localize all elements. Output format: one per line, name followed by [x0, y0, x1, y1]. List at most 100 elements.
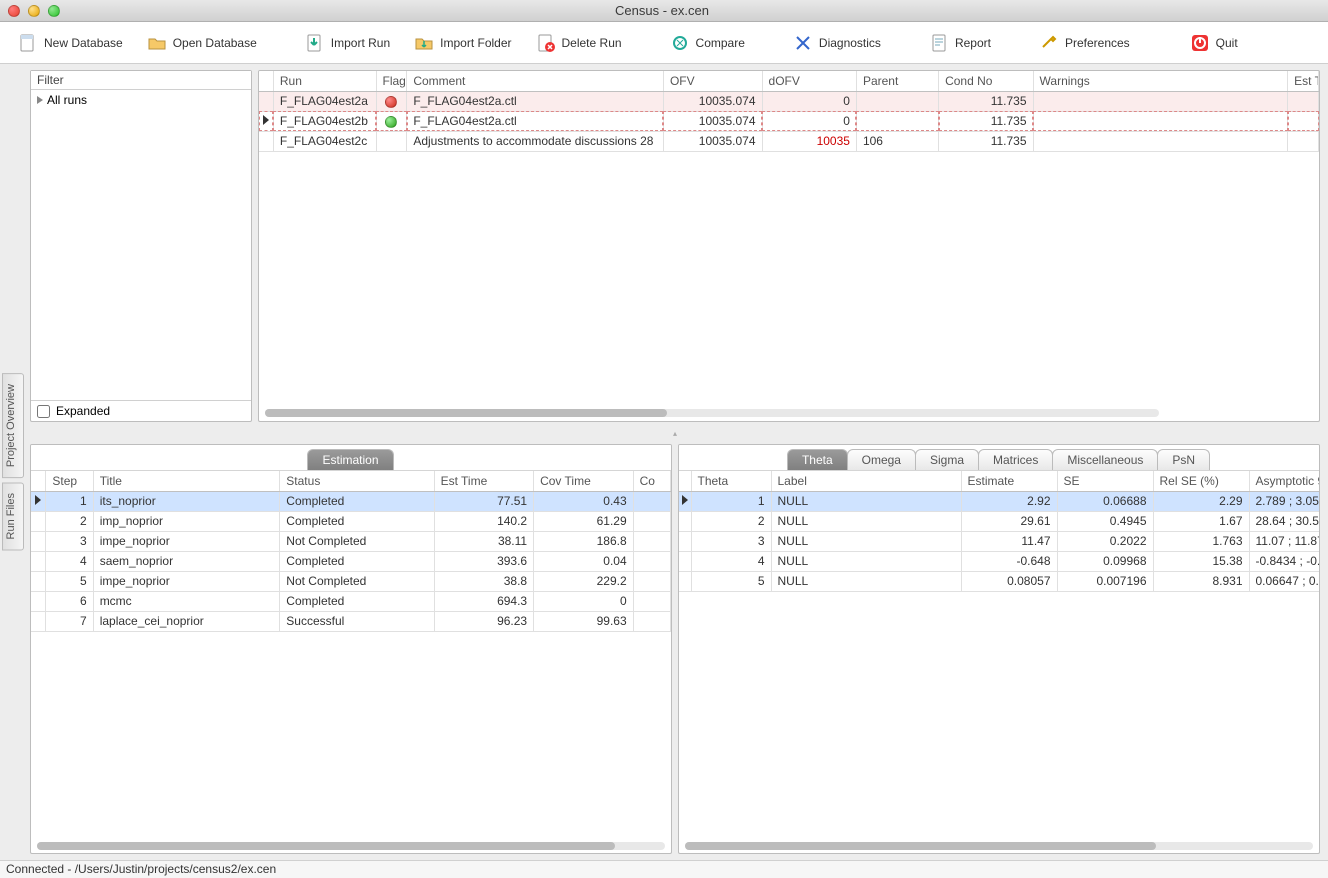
runs-row[interactable]: F_FLAG04est2cAdjustments to accommodate … [259, 131, 1319, 151]
runs-col-ofv[interactable]: OFV [663, 71, 762, 91]
delete-run-button[interactable]: Delete Run [528, 29, 630, 57]
theta-hscrollbar[interactable] [685, 842, 1313, 850]
tab-estimation[interactable]: Estimation [307, 449, 393, 470]
tab-psn[interactable]: PsN [1157, 449, 1210, 470]
theta-panel: Theta Omega Sigma Matrices Miscellaneous… [678, 444, 1320, 854]
estimation-row[interactable]: 7laplace_cei_nopriorSuccessful96.2399.63 [31, 611, 671, 631]
flag-red-icon [385, 96, 397, 108]
runs-col-comment[interactable]: Comment [407, 71, 664, 91]
tab-theta[interactable]: Theta [787, 449, 848, 470]
sidetab-run-files[interactable]: Run Files [2, 482, 24, 550]
diagnostics-label: Diagnostics [819, 36, 881, 50]
runs-col-flag[interactable]: Flag [376, 71, 407, 91]
theta-row[interactable]: 3NULL11.470.20221.76311.07 ; 11.87 [679, 531, 1319, 551]
window-title: Census - ex.cen [60, 3, 1264, 18]
runs-col-parent[interactable]: Parent [856, 71, 938, 91]
import-folder-icon [414, 33, 434, 53]
tab-sigma[interactable]: Sigma [915, 449, 979, 470]
runs-panel: Run Flag Comment OFV dOFV Parent Cond No… [258, 70, 1320, 422]
side-tabs: Project Overview Run Files [0, 64, 24, 860]
theta-table[interactable]: Theta Label Estimate SE Rel SE (%) Asymp… [679, 471, 1319, 592]
preferences-label: Preferences [1065, 36, 1130, 50]
new-database-label: New Database [44, 36, 123, 50]
estimation-table[interactable]: Step Title Status Est Time Cov Time Co 1… [31, 471, 671, 632]
theta-col-se[interactable]: SE [1057, 471, 1153, 491]
diagnostics-button[interactable]: Diagnostics [785, 29, 889, 57]
filter-all-runs-label: All runs [47, 93, 87, 107]
window-controls [8, 5, 60, 17]
estimation-row[interactable]: 6mcmcCompleted694.30 [31, 591, 671, 611]
quit-label: Quit [1216, 36, 1238, 50]
theta-row[interactable]: 4NULL-0.6480.0996815.38-0.8434 ; -0.4527 [679, 551, 1319, 571]
estimation-row[interactable]: 2imp_nopriorCompleted140.261.29 [31, 511, 671, 531]
open-database-label: Open Database [173, 36, 257, 50]
runs-row[interactable]: F_FLAG04est2bF_FLAG04est2a.ctl10035.0740… [259, 111, 1319, 131]
theta-tabbar: Theta Omega Sigma Matrices Miscellaneous… [679, 445, 1319, 471]
open-database-icon [147, 33, 167, 53]
theta-row[interactable]: 5NULL0.080570.0071968.9310.06647 ; 0.094… [679, 571, 1319, 591]
theta-row[interactable]: 2NULL29.610.49451.6728.64 ; 30.58 [679, 511, 1319, 531]
runs-row[interactable]: F_FLAG04est2aF_FLAG04est2a.ctl10035.0740… [259, 91, 1319, 111]
est-col-title[interactable]: Title [93, 471, 280, 491]
compare-icon [670, 33, 690, 53]
quit-button[interactable]: Quit [1182, 29, 1246, 57]
runs-col-run[interactable]: Run [273, 71, 376, 91]
estimation-tabbar: Estimation [31, 445, 671, 471]
titlebar: Census - ex.cen [0, 0, 1328, 22]
theta-col-relse[interactable]: Rel SE (%) [1153, 471, 1249, 491]
expanded-checkbox[interactable] [37, 405, 50, 418]
import-folder-label: Import Folder [440, 36, 511, 50]
open-database-button[interactable]: Open Database [139, 29, 265, 57]
expanded-checkbox-row: Expanded [31, 400, 251, 421]
theta-col-estimate[interactable]: Estimate [961, 471, 1057, 491]
close-window-icon[interactable] [8, 5, 20, 17]
runs-col-condno[interactable]: Cond No [939, 71, 1033, 91]
est-col-esttime[interactable]: Est Time [434, 471, 534, 491]
runs-col-estt[interactable]: Est T [1288, 71, 1319, 91]
compare-label: Compare [696, 36, 745, 50]
est-col-step[interactable]: Step [46, 471, 93, 491]
est-col-co[interactable]: Co [633, 471, 670, 491]
toolbar: New Database Open Database Import Run Im… [0, 22, 1328, 64]
runs-col-warnings[interactable]: Warnings [1033, 71, 1288, 91]
import-folder-button[interactable]: Import Folder [406, 29, 519, 57]
compare-button[interactable]: Compare [662, 29, 753, 57]
status-text: Connected - /Users/Justin/projects/censu… [6, 862, 276, 876]
filter-panel: Filter All runs Expanded [30, 70, 252, 422]
runs-col-dofv[interactable]: dOFV [762, 71, 856, 91]
report-button[interactable]: Report [921, 29, 999, 57]
filter-header: Filter [31, 71, 251, 90]
est-col-status[interactable]: Status [280, 471, 434, 491]
theta-col-label[interactable]: Label [771, 471, 961, 491]
sidetab-project-overview[interactable]: Project Overview [2, 373, 24, 478]
estimation-row[interactable]: 5impe_nopriorNot Completed38.8229.2 [31, 571, 671, 591]
runs-table[interactable]: Run Flag Comment OFV dOFV Parent Cond No… [259, 71, 1319, 152]
new-database-icon [18, 33, 38, 53]
estimation-row[interactable]: 3impe_nopriorNot Completed38.11186.8 [31, 531, 671, 551]
tab-matrices[interactable]: Matrices [978, 449, 1053, 470]
theta-col-ci[interactable]: Asymptotic 95% CI [1249, 471, 1319, 491]
flag-green-icon [385, 116, 397, 128]
report-icon [929, 33, 949, 53]
import-run-icon [305, 33, 325, 53]
import-run-button[interactable]: Import Run [297, 29, 398, 57]
quit-icon [1190, 33, 1210, 53]
preferences-button[interactable]: Preferences [1031, 29, 1138, 57]
filter-all-runs[interactable]: All runs [35, 92, 247, 108]
report-label: Report [955, 36, 991, 50]
estimation-hscrollbar[interactable] [37, 842, 665, 850]
runs-hscrollbar[interactable] [265, 409, 1159, 417]
est-col-covtime[interactable]: Cov Time [534, 471, 634, 491]
filter-tree[interactable]: All runs [31, 90, 251, 400]
estimation-row[interactable]: 1its_nopriorCompleted77.510.43 [31, 491, 671, 511]
horizontal-splitter[interactable]: ▴ [30, 428, 1320, 438]
zoom-window-icon[interactable] [48, 5, 60, 17]
minimize-window-icon[interactable] [28, 5, 40, 17]
new-database-button[interactable]: New Database [10, 29, 131, 57]
theta-row[interactable]: 1NULL2.920.066882.292.789 ; 3.051 [679, 491, 1319, 511]
delete-run-icon [536, 33, 556, 53]
tab-miscellaneous[interactable]: Miscellaneous [1052, 449, 1158, 470]
theta-col-theta[interactable]: Theta [691, 471, 771, 491]
tab-omega[interactable]: Omega [847, 449, 916, 470]
estimation-row[interactable]: 4saem_nopriorCompleted393.60.04 [31, 551, 671, 571]
